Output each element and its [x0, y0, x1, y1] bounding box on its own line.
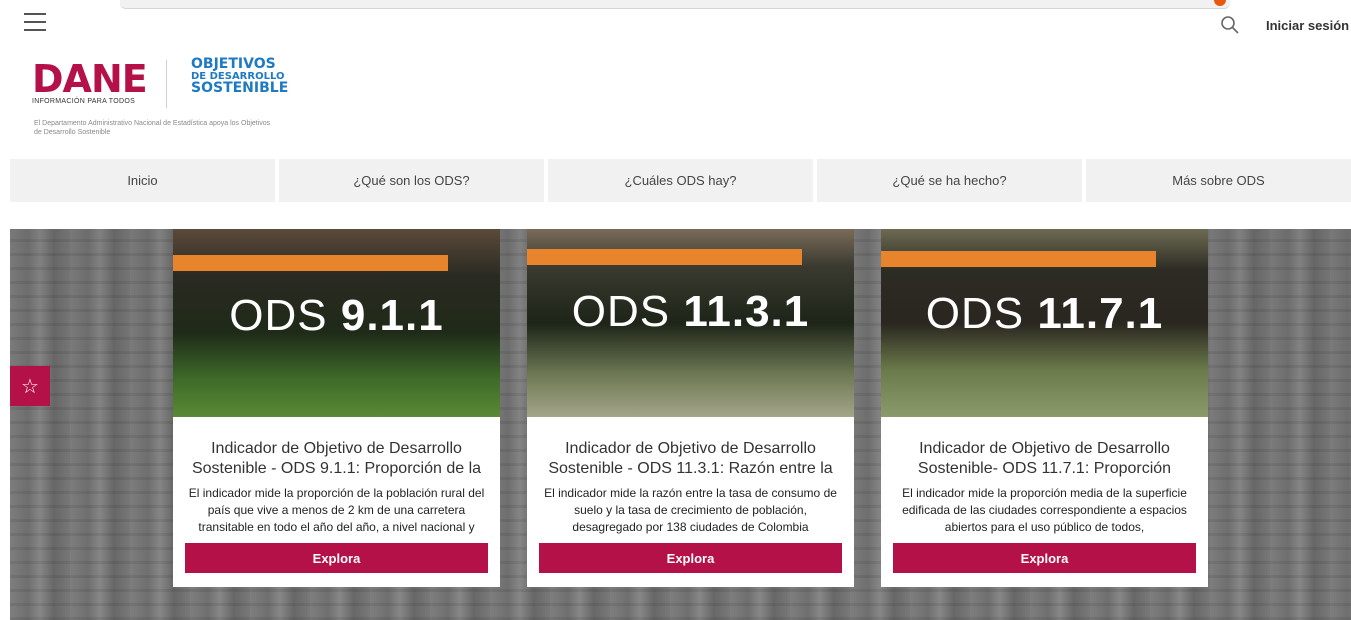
nav-item-que-se-ha-hecho[interactable]: ¿Qué se ha hecho?	[817, 159, 1082, 202]
ods-logo-line1: OBJETIVOS	[191, 56, 276, 72]
nav-item-cuales[interactable]: ¿Cuáles ODS hay?	[548, 159, 813, 202]
dane-logo-word: DANE	[32, 57, 148, 101]
card-image-code: ODS 11.7.1	[925, 289, 1164, 338]
card-title: Indicador de Objetivo de Desarrollo Sost…	[548, 440, 833, 477]
card-description: El indicador mide la proporción media de…	[902, 486, 1187, 534]
profile-dot	[1214, 0, 1226, 6]
card-image-code: ODS 11.3.1	[571, 287, 810, 336]
dane-logo[interactable]: DANE INFORMACIÓN PARA TODOS	[32, 60, 152, 108]
main-nav: Inicio ¿Qué son los ODS? ¿Cuáles ODS hay…	[10, 159, 1351, 202]
logo-divider	[166, 60, 167, 108]
brand-caption: El Departamento Administrativo Nacional …	[34, 120, 271, 136]
login-link[interactable]: Iniciar sesión	[1266, 18, 1349, 33]
card-image-code: ODS 9.1.1	[229, 291, 444, 340]
indicator-card: ODS 11.3.1 Indicador de Objetivo de Desa…	[527, 229, 854, 587]
explore-button[interactable]: Explora	[539, 543, 842, 573]
indicator-card: ODS 9.1.1 Indicador de Objetivo de Desar…	[173, 229, 500, 587]
card-image: ODS 9.1.1	[173, 229, 500, 417]
search-icon[interactable]	[1220, 15, 1240, 35]
explore-button[interactable]: Explora	[185, 543, 488, 573]
star-icon[interactable]: ☆	[10, 366, 50, 406]
card-description: El indicador mide la razón entre la tasa…	[544, 486, 837, 534]
card-title: Indicador de Objetivo de Desarrollo Sost…	[917, 440, 1172, 477]
dane-logo-tagline: INFORMACIÓN PARA TODOS	[32, 98, 136, 105]
browser-top-strip	[120, 0, 1230, 9]
nav-item-que-son[interactable]: ¿Qué son los ODS?	[279, 159, 544, 202]
indicator-card: ODS 11.7.1 Indicador de Objetivo de Desa…	[881, 229, 1208, 587]
explore-button[interactable]: Explora	[893, 543, 1196, 573]
card-image: ODS 11.7.1	[881, 229, 1208, 417]
ods-logo-line3: SOSTENIBLE	[191, 80, 289, 96]
nav-item-inicio[interactable]: Inicio	[10, 159, 275, 202]
card-description: El indicador mide la proporción de la po…	[188, 486, 485, 534]
menu-icon[interactable]	[24, 13, 46, 33]
nav-item-mas-sobre[interactable]: Más sobre ODS	[1086, 159, 1351, 202]
ods-logo[interactable]: OBJETIVOS DE DESARROLLO SOSTENIBLE	[191, 56, 289, 96]
card-image: ODS 11.3.1	[527, 229, 854, 417]
card-title: Indicador de Objetivo de Desarrollo Sost…	[191, 440, 482, 477]
